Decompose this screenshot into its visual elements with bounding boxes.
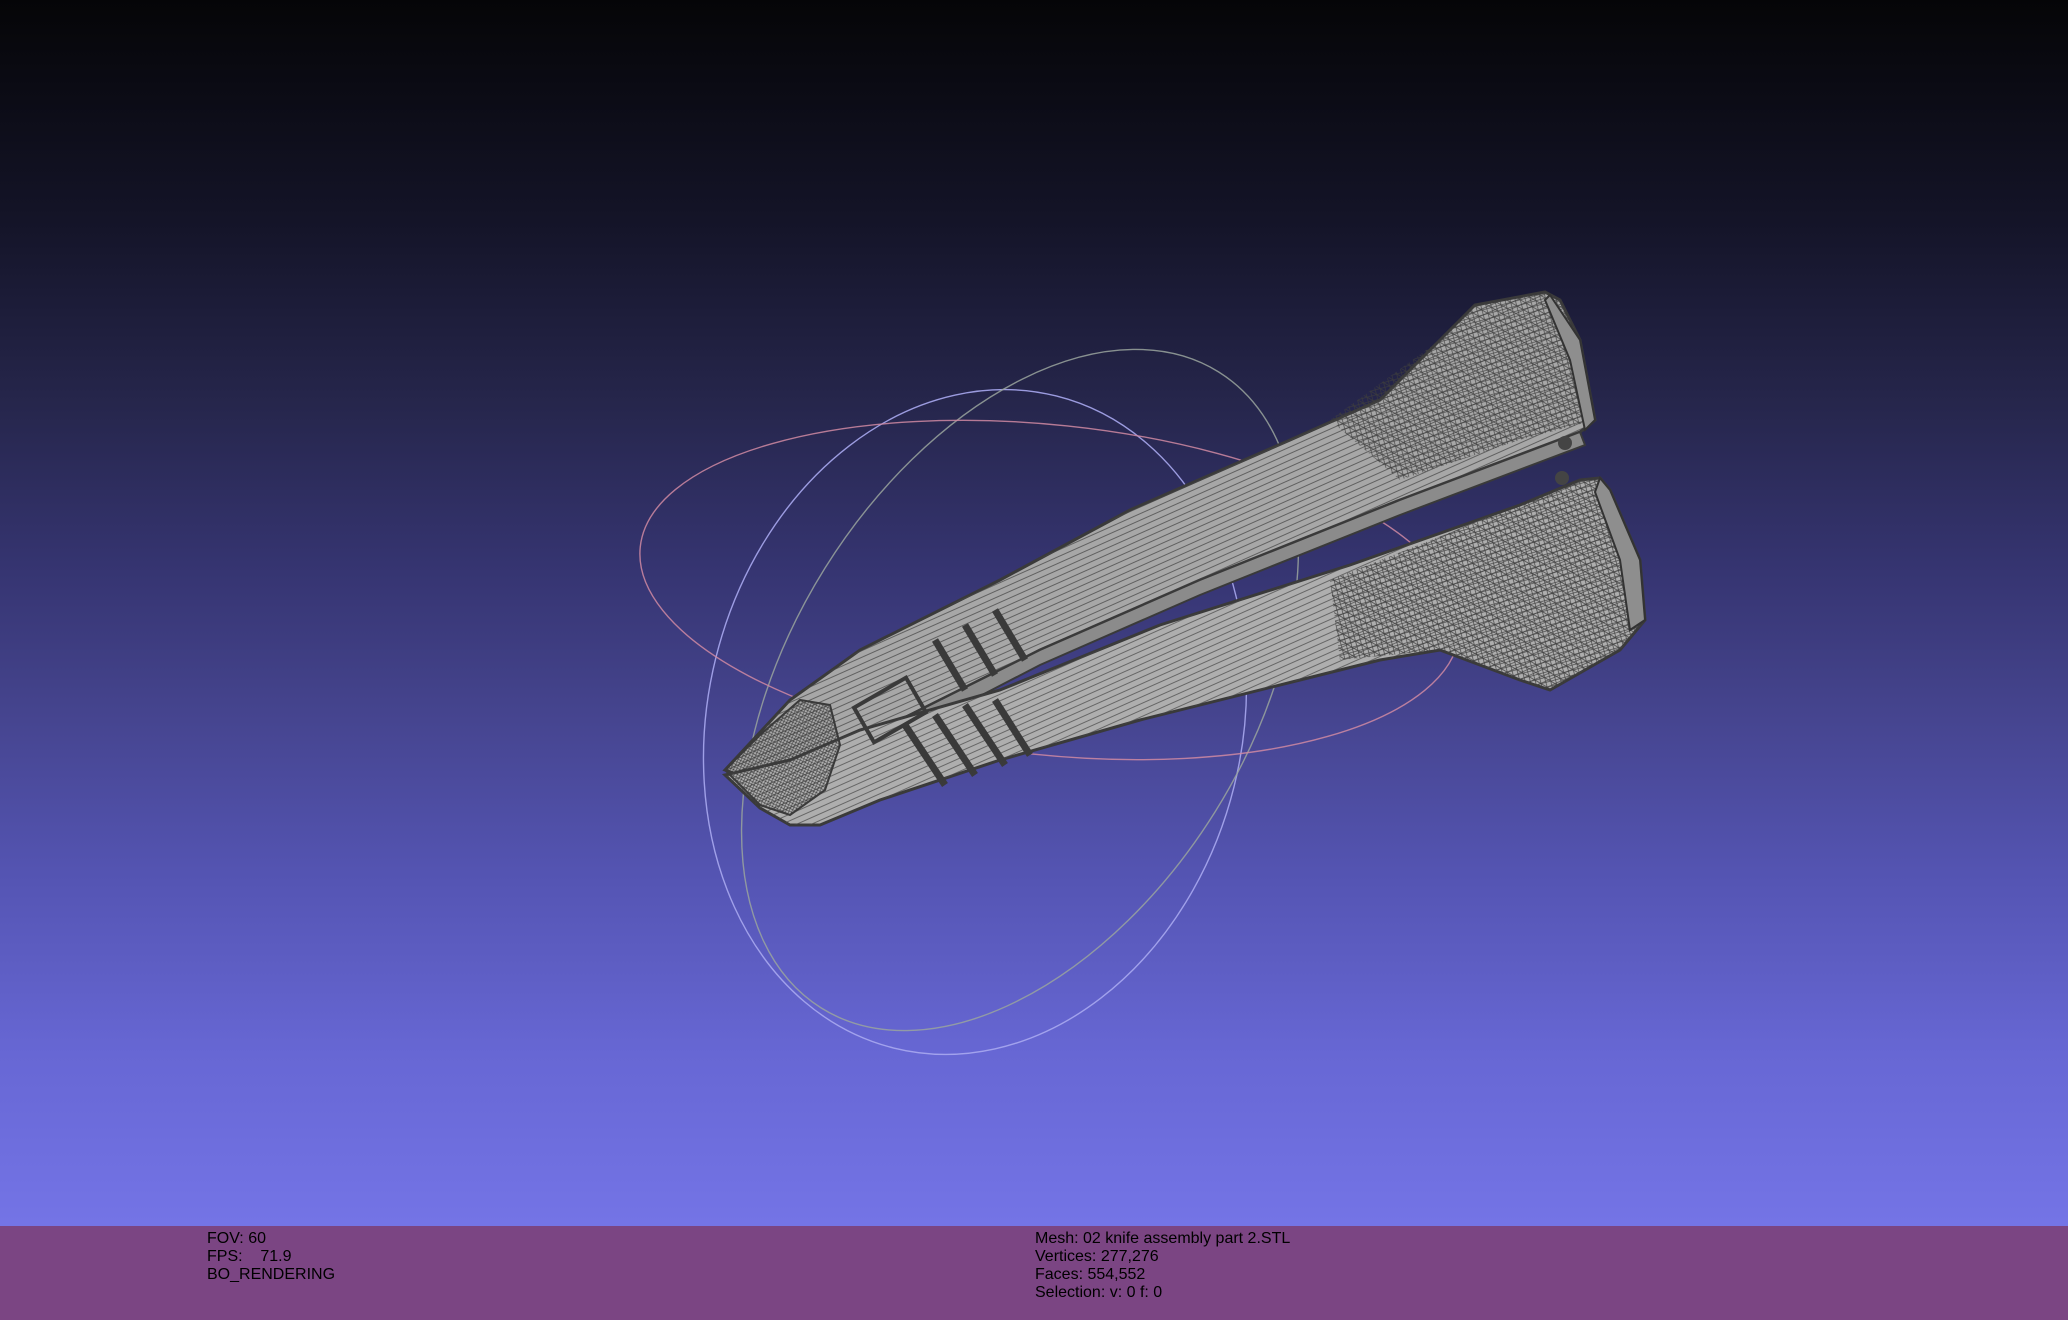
faces-label: Faces:	[1035, 1266, 1084, 1283]
vertices-label: Vertices:	[1035, 1248, 1097, 1265]
vertices-value: 277,276	[1100, 1248, 1159, 1265]
fov-value: 60	[248, 1230, 266, 1247]
fps-value: 71.9	[260, 1248, 292, 1265]
faces-readout: Faces: 554,552	[1035, 1266, 1290, 1284]
vertices-readout: Vertices: 277,276	[1035, 1248, 1290, 1266]
scene-canvas	[639, 290, 1647, 1056]
mesh-name-readout: Mesh: 02 knife assembly part 2.STL	[1035, 1230, 1290, 1248]
fov-readout: FOV: 60	[207, 1230, 335, 1248]
mesh-info-panel: Mesh: 02 knife assembly part 2.STL Verti…	[1035, 1230, 1290, 1302]
mesh-label: Mesh:	[1035, 1230, 1079, 1247]
render-info-panel: FOV: 60 FPS: 71.9 BO_RENDERING	[207, 1230, 335, 1284]
selection-value: v: 0 f: 0	[1109, 1284, 1163, 1301]
mesh-name: 02 knife assembly part 2.STL	[1083, 1230, 1291, 1247]
selection-readout: Selection: v: 0 f: 0	[1035, 1284, 1290, 1302]
selection-label: Selection:	[1035, 1284, 1106, 1301]
rendering-mode: BO_RENDERING	[207, 1266, 336, 1283]
mesh-model[interactable]	[721, 290, 1647, 827]
fps-readout: FPS: 71.9	[207, 1248, 335, 1266]
faces-value: 554,552	[1087, 1266, 1146, 1283]
3d-viewport[interactable]	[0, 0, 2068, 1226]
fov-label: FOV:	[207, 1230, 244, 1247]
fps-label: FPS:	[207, 1248, 243, 1265]
